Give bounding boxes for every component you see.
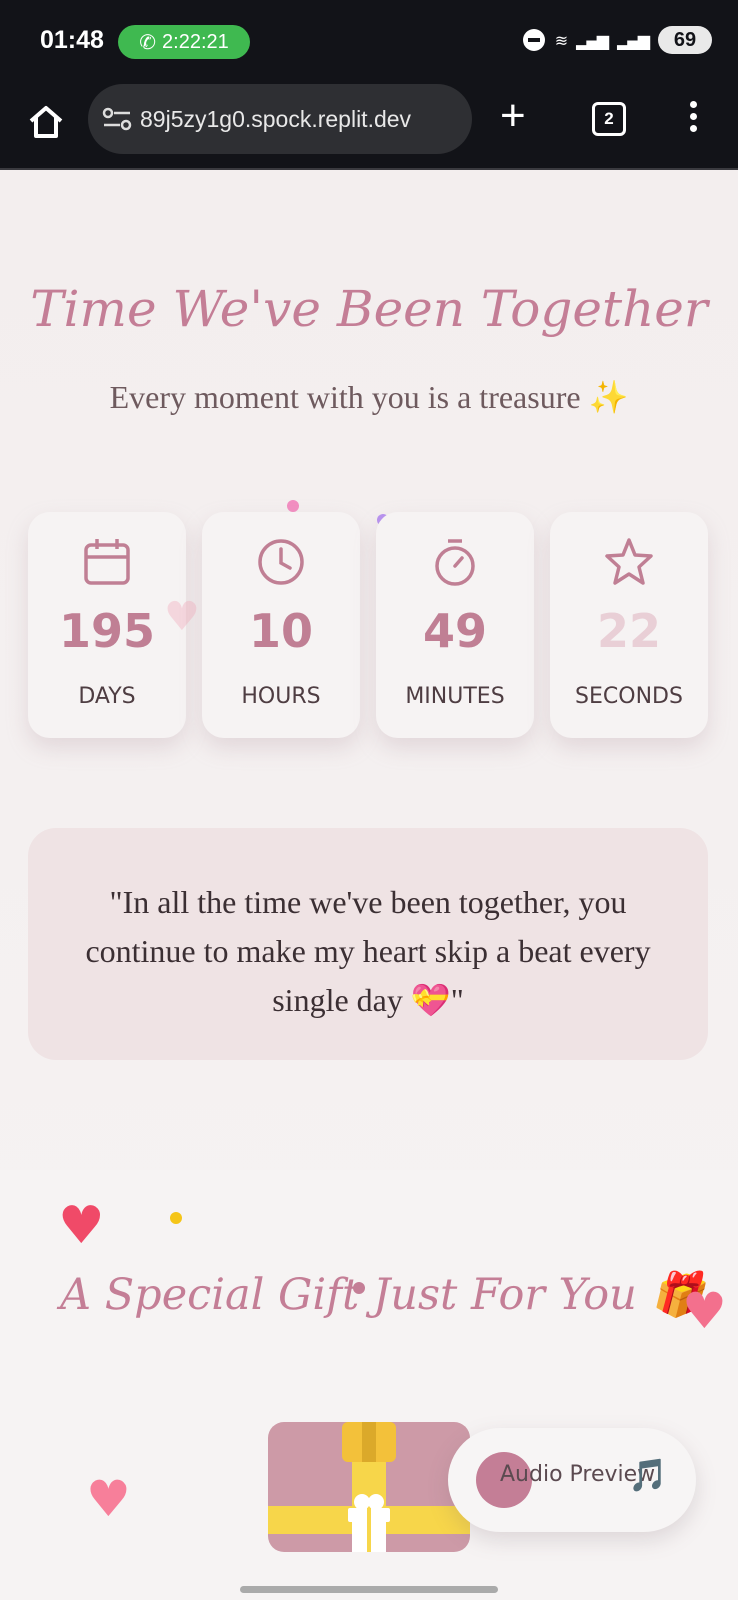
confetti-dot: [170, 1212, 182, 1224]
days-value: 195: [58, 604, 156, 658]
site-settings-icon[interactable]: [102, 107, 132, 131]
heart-icon: ♥: [164, 594, 200, 640]
seconds-label: SECONDS: [575, 684, 683, 709]
gift-section: ♥ A Special Gift Just For You 🎁 ♥ ♥: [0, 1170, 738, 1600]
browser-toolbar: 89j5zy1g0.spock.replit.dev + 2: [0, 84, 738, 170]
home-icon[interactable]: [26, 102, 66, 142]
confetti-dot: [287, 500, 299, 512]
minutes-card: 49 MINUTES: [376, 512, 534, 738]
clock-time: 01:48: [40, 26, 104, 54]
days-card: 195 DAYS: [28, 512, 186, 738]
heart-icon: ♥: [58, 1196, 105, 1256]
page-content: Time We've Been Together Every moment wi…: [0, 170, 738, 1600]
seconds-card: 22 SECONDS: [550, 512, 708, 738]
call-timer: 2:22:21: [162, 30, 229, 53]
ongoing-call-indicator[interactable]: ✆ 2:22:21: [118, 25, 250, 59]
url-text[interactable]: 89j5zy1g0.spock.replit.dev: [140, 106, 411, 133]
phone-icon: ✆: [139, 31, 157, 54]
audio-preview-widget[interactable]: Audio Preview 🎵: [448, 1428, 696, 1532]
quote-card: "In all the time we've been together, yo…: [28, 828, 708, 1060]
battery-indicator: 69: [658, 26, 712, 54]
page-title: Time We've Been Together: [30, 280, 708, 338]
gesture-nav-handle: [240, 1586, 498, 1593]
quote-text: "In all the time we've been together, yo…: [85, 884, 651, 1018]
seconds-value: 22: [596, 604, 661, 658]
do-not-disturb-icon: [522, 29, 545, 51]
page-subtitle: Every moment with you is a treasure ✨: [109, 379, 629, 415]
url-bar[interactable]: 89j5zy1g0.spock.replit.dev: [88, 84, 472, 154]
gift-box-icon[interactable]: [268, 1422, 470, 1552]
hours-label: HOURS: [241, 684, 321, 709]
signal-icon: ▂▄▆: [576, 30, 609, 50]
heart-icon: ♥: [682, 1282, 727, 1340]
status-icons: ≋ ▂▄▆ ▂▄▆ 69: [522, 26, 712, 54]
star-icon: [605, 538, 653, 585]
tab-switcher-button[interactable]: 2: [592, 102, 626, 136]
status-bar: 01:48 ✆ 2:22:21 ≋ ▂▄▆ ▂▄▆ 69: [0, 0, 738, 84]
days-label: DAYS: [78, 684, 136, 709]
wifi-icon: ≋: [554, 30, 568, 50]
hours-value: 10: [248, 604, 313, 658]
hours-card: 10 HOURS: [202, 512, 360, 738]
stopwatch-icon: [435, 539, 475, 586]
new-tab-button[interactable]: +: [500, 94, 526, 138]
clock-icon: [258, 539, 304, 585]
minutes-value: 49: [422, 604, 487, 658]
gift-title: A Special Gift Just For You 🎁: [60, 1270, 704, 1320]
heart-icon: ♥: [86, 1470, 131, 1528]
signal-icon-2: ▂▄▆: [617, 30, 650, 50]
more-menu-icon[interactable]: [690, 101, 698, 137]
music-note-icon: 🎵: [628, 1456, 668, 1494]
minutes-label: MINUTES: [405, 684, 505, 709]
calendar-icon: [84, 539, 130, 585]
